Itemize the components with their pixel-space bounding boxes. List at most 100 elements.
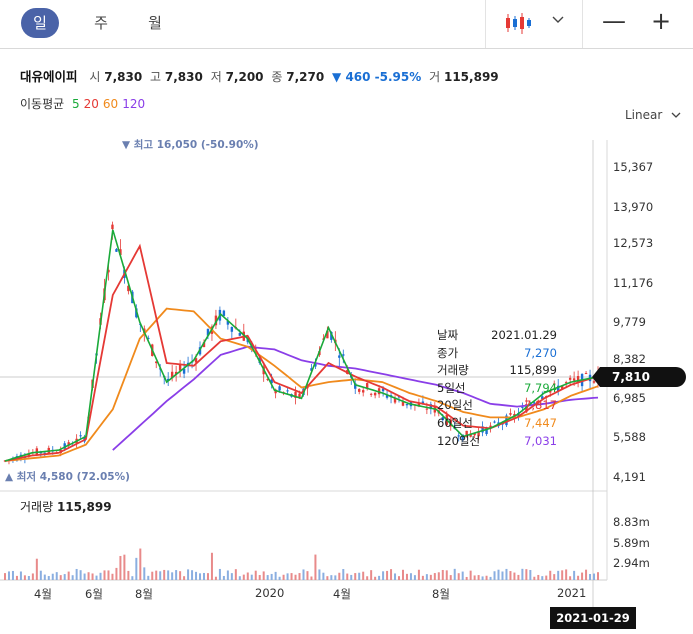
volume-bar [286, 573, 289, 580]
candle-body [39, 451, 43, 454]
y-tick-label: 9,779 [613, 315, 646, 329]
candle-body [107, 269, 110, 273]
stock-summary: 대유에이피 시 7,830 고 7,830 저 7,200 종 7,270 ▼ … [20, 66, 503, 85]
stock-name: 대유에이피 [20, 69, 78, 84]
candle-body [405, 404, 409, 406]
candle-body [111, 224, 114, 230]
candle-body [266, 378, 269, 380]
scale-selector[interactable]: Linear [625, 108, 681, 122]
volume-bar [167, 570, 170, 580]
tab-month[interactable]: 월 [140, 8, 170, 38]
candle-body [433, 405, 437, 413]
candle-body [326, 330, 329, 339]
chart-type-selector[interactable] [485, 0, 583, 48]
y-tick-label: 5,588 [613, 430, 646, 444]
volume-bar [23, 575, 26, 580]
volume-bar [87, 572, 90, 580]
chevron-down-icon [671, 112, 681, 118]
candle-body [143, 328, 146, 334]
volume-short-label: 거 [429, 70, 441, 84]
candle-body [557, 385, 560, 392]
low-marker: ▲ 최저 4,580 (72.05%) [5, 471, 130, 483]
candle-body [306, 384, 309, 389]
candle-body [151, 344, 154, 357]
volume-bar [493, 571, 496, 580]
candle-body [135, 308, 138, 318]
candle-body [342, 354, 345, 356]
tab-day[interactable]: 일 [21, 8, 59, 38]
volume-bar [557, 570, 560, 580]
volume-bar [573, 570, 576, 580]
candle-body [302, 388, 305, 396]
candle-body [131, 291, 134, 304]
candle-body [119, 249, 122, 256]
tooltip-value: 7,447 [524, 415, 557, 430]
volume-bar [374, 576, 377, 580]
tooltip-row: 20일선 7,817 [437, 397, 557, 415]
candle-body [560, 385, 564, 389]
candle-body [258, 357, 261, 363]
volume-bar [505, 568, 508, 580]
volume-bar [417, 569, 420, 580]
candle-body [11, 457, 15, 460]
volume-bar [95, 575, 98, 580]
volume-bar [409, 573, 412, 580]
y-tick-label: 4,191 [613, 470, 646, 484]
zoom-out-button[interactable]: — [597, 7, 631, 37]
volume-bar [326, 576, 329, 580]
y-tick-label: 13,970 [613, 200, 654, 214]
tooltip-label: 날짜 [437, 328, 459, 342]
volume-bar [131, 576, 134, 580]
volume-bar [111, 573, 114, 580]
volume-bar [437, 572, 440, 580]
volume-bar [63, 574, 66, 580]
tooltip-row: 60일선 7,447 [437, 415, 557, 433]
low-value: 7,200 [225, 70, 264, 84]
candle-body [31, 452, 35, 454]
candle-body [83, 436, 86, 442]
candle-body [397, 396, 401, 398]
candle-body [361, 390, 365, 393]
volume-bar [378, 575, 381, 580]
volume-bar [51, 573, 54, 580]
volume-bar [429, 574, 432, 580]
tooltip-value: 7,031 [524, 433, 557, 448]
volume-bar [143, 567, 146, 580]
tooltip-label: 60일선 [437, 415, 473, 430]
toolbar: 일 주 월 — + [0, 0, 693, 49]
volume-bar [175, 570, 178, 580]
close-label: 종 [271, 70, 283, 84]
volume-bar [254, 570, 257, 580]
volume-bar [334, 575, 337, 580]
candle-body [67, 442, 70, 446]
candle-body [214, 315, 218, 326]
tab-week[interactable]: 주 [86, 8, 116, 38]
volume-bar [549, 570, 552, 580]
tooltip-value: 7,817 [524, 398, 557, 413]
volume-bar [238, 576, 241, 580]
volume-bar [27, 576, 30, 580]
volume-bar [79, 570, 82, 580]
candle-body [182, 368, 186, 374]
volume-bar [214, 576, 217, 580]
volume-bar [127, 570, 130, 580]
candle-body [59, 449, 62, 453]
volume-bar [266, 575, 269, 580]
moving-average-legend: 이동평균 5 20 60 120 [20, 95, 145, 112]
candle-body [190, 361, 194, 363]
candle-body [194, 358, 198, 363]
x-tick-label: 4월 [333, 587, 351, 601]
zoom-in-button[interactable]: + [644, 7, 678, 37]
candle-body [322, 338, 325, 340]
volume-bar [390, 569, 393, 580]
candle-body [35, 448, 39, 456]
volume-bar [179, 571, 182, 580]
candle-body [43, 452, 46, 454]
volume-legend: 거래량 115,899 [20, 498, 112, 515]
candle-body [425, 408, 429, 410]
volume-bar [593, 573, 596, 580]
volume-bar [477, 575, 480, 580]
candle-body [3, 460, 7, 462]
candle-body [278, 386, 281, 391]
volume-bar [298, 573, 301, 580]
